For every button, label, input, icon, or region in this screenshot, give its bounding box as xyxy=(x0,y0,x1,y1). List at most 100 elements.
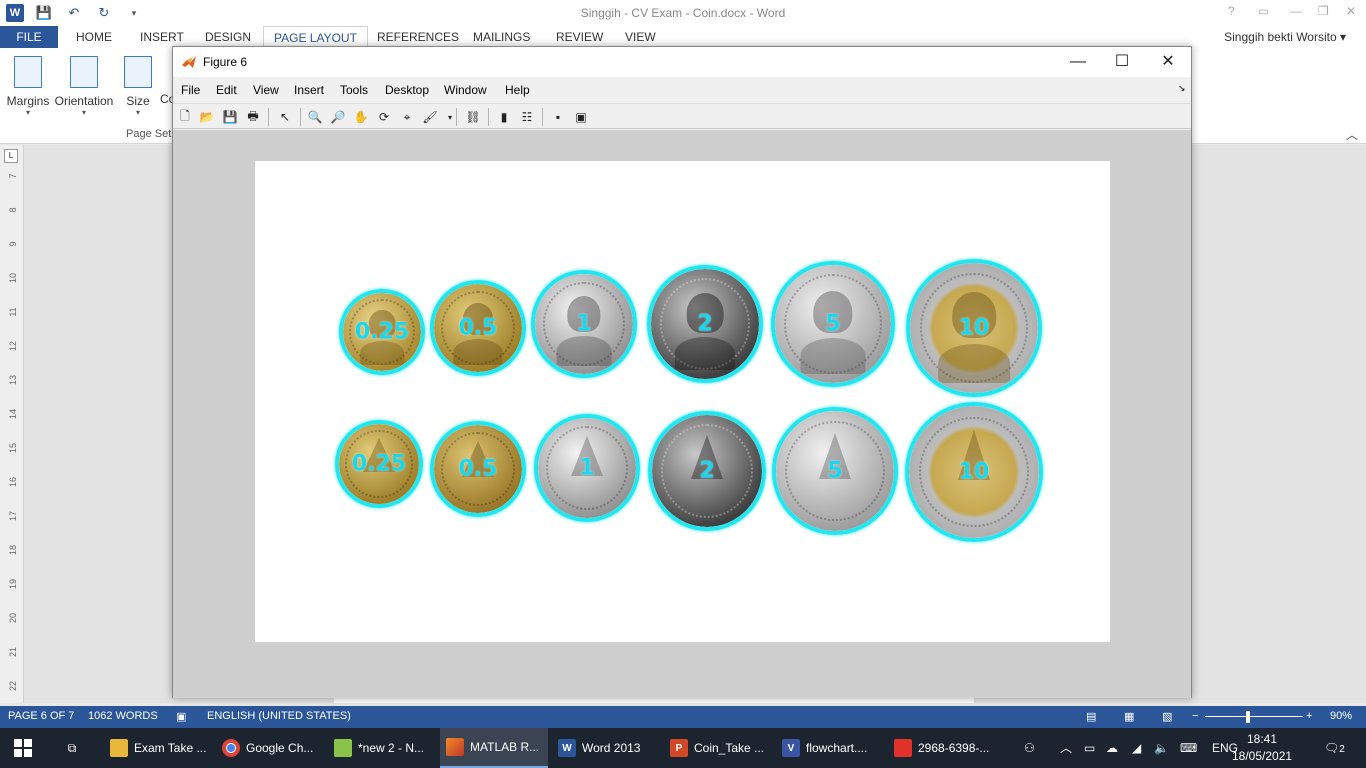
toolbar-separator xyxy=(268,108,269,126)
people-icon[interactable]: ⚇ xyxy=(1024,728,1035,768)
network-icon[interactable]: ◢ xyxy=(1132,728,1141,768)
visio-icon: V xyxy=(782,739,800,757)
web-layout-icon[interactable]: ▧ xyxy=(1162,710,1172,723)
read-mode-icon[interactable]: ▤ xyxy=(1086,710,1096,723)
taskbar-app-pdf[interactable]: 2968-6398-... xyxy=(888,728,998,768)
open-file-icon[interactable]: 📂 xyxy=(198,108,216,126)
word-status-bar: PAGE 6 OF 7 1062 WORDS ▣ ENGLISH (UNITED… xyxy=(0,706,1366,728)
onedrive-icon[interactable]: ☁ xyxy=(1106,728,1118,768)
coin-5-tails: 5 xyxy=(772,407,898,535)
orientation-button[interactable]: Orientation ▾ xyxy=(54,56,114,117)
zoom-slider-thumb[interactable] xyxy=(1246,711,1250,723)
taskbar-app-powerpoint[interactable]: P Coin_Take ... xyxy=(664,728,774,768)
ribbon-display-icon[interactable]: ▭ xyxy=(1258,4,1269,18)
taskbar-app-chrome[interactable]: Google Ch... xyxy=(216,728,326,768)
toolbar-separator xyxy=(456,108,457,126)
zoom-in-icon[interactable]: 🔍 xyxy=(306,108,324,126)
edit-plot-icon[interactable]: ↖ xyxy=(276,108,294,126)
coin-value-label: 2 xyxy=(697,311,713,337)
zoom-out-icon[interactable]: − xyxy=(1192,710,1198,722)
word-count[interactable]: 1062 WORDS xyxy=(88,710,158,722)
print-layout-icon[interactable]: ▦ xyxy=(1124,710,1134,723)
show-plot-tools-icon[interactable]: ▣ xyxy=(572,108,590,126)
tab-file[interactable]: FILE xyxy=(0,26,58,48)
coin-1-tails: 1 xyxy=(534,414,640,522)
coin-value-label: 2 xyxy=(699,458,715,484)
page-count[interactable]: PAGE 6 OF 7 xyxy=(8,710,74,722)
windows-start-icon[interactable] xyxy=(14,739,32,757)
zoom-in-icon[interactable]: + xyxy=(1306,710,1312,722)
menu-desktop[interactable]: Desktop xyxy=(385,83,429,97)
proofing-icon[interactable]: ▣ xyxy=(176,710,186,723)
rotate-3d-icon[interactable]: ⟳ xyxy=(375,108,393,126)
taskbar-app-matlab[interactable]: MATLAB R... xyxy=(440,728,548,768)
tab-review[interactable]: REVIEW xyxy=(556,26,603,48)
ruler-number: 10 xyxy=(8,273,18,284)
taskbar-app-visio[interactable]: V flowchart.... xyxy=(776,728,886,768)
collapse-ribbon-icon[interactable]: ︿ xyxy=(1346,126,1358,143)
word-title-bar: W 💾 ↶ ↻ ▾ Singgih - CV Exam - Coin.docx … xyxy=(0,0,1366,26)
tab-references[interactable]: REFERENCES xyxy=(377,26,459,48)
menu-insert[interactable]: Insert xyxy=(294,83,324,97)
ruler-number: 18 xyxy=(8,545,18,556)
user-account[interactable]: Singgih bekti Worsito ▾ xyxy=(1224,26,1346,48)
system-clock[interactable]: 18:41 18/05/2021 xyxy=(1232,731,1292,765)
pan-hand-icon[interactable]: ✋ xyxy=(352,108,370,126)
coin-value-label: 0.5 xyxy=(458,456,498,482)
tab-mailings[interactable]: MAILINGS xyxy=(473,26,530,48)
taskbar-app-word[interactable]: W Word 2013 xyxy=(552,728,662,768)
margins-button[interactable]: Margins ▾ xyxy=(6,56,50,117)
figure-title-bar[interactable]: Figure 6 — ☐ ✕ xyxy=(173,47,1191,77)
menu-help[interactable]: Help xyxy=(505,83,530,97)
image-axes[interactable]: 0.25 0.5 1 2 5 10 0.25 0.5 1 2 5 10 xyxy=(255,161,1110,642)
ruler-number: 21 xyxy=(8,647,18,658)
menu-tools[interactable]: Tools xyxy=(340,83,368,97)
zoom-level[interactable]: 90% xyxy=(1330,710,1352,722)
figure-minimize-icon[interactable]: — xyxy=(1055,51,1101,73)
tab-design[interactable]: DESIGN xyxy=(205,26,251,48)
save-figure-icon[interactable]: 💾 xyxy=(221,108,239,126)
tab-selector-icon[interactable]: L xyxy=(4,149,18,163)
taskbar-app-notepad[interactable]: *new 2 - N... xyxy=(328,728,438,768)
link-plot-icon[interactable]: ⛓ xyxy=(464,108,482,126)
size-button[interactable]: Size ▾ xyxy=(124,56,152,117)
orientation-label: Orientation xyxy=(54,94,114,108)
language-indicator[interactable]: ENGLISH (UNITED STATES) xyxy=(207,710,351,722)
dock-figure-icon[interactable]: ↘ xyxy=(1178,83,1186,94)
show-hidden-icons-icon[interactable]: ︿ xyxy=(1060,728,1072,768)
figure-maximize-icon[interactable]: ☐ xyxy=(1099,51,1145,73)
menu-edit[interactable]: Edit xyxy=(216,83,237,97)
pdf-reader-icon xyxy=(894,739,912,757)
task-view-icon[interactable]: ⧉ xyxy=(60,728,84,768)
word-minimize-icon[interactable]: — xyxy=(1290,4,1302,18)
taskbar-app-explorer[interactable]: Exam Take ... xyxy=(104,728,214,768)
print-figure-icon[interactable]: 🖶 xyxy=(244,108,262,126)
insert-colorbar-icon[interactable]: ▮ xyxy=(495,108,513,126)
brush-icon[interactable]: 🖌 xyxy=(421,108,439,126)
new-figure-icon[interactable]: 🗋 xyxy=(176,108,194,126)
size-label: Size xyxy=(126,94,150,108)
coin-value-label: 1 xyxy=(576,311,592,337)
data-cursor-icon[interactable]: ⌖ xyxy=(398,108,416,126)
menu-file[interactable]: File xyxy=(181,83,200,97)
battery-icon[interactable]: ▭ xyxy=(1084,728,1095,768)
figure-close-icon[interactable]: ✕ xyxy=(1145,51,1191,73)
insert-legend-icon[interactable]: ☷ xyxy=(518,108,536,126)
hide-plot-tools-icon[interactable]: ▪ xyxy=(549,108,567,126)
notification-count: 2 xyxy=(1339,744,1345,755)
zoom-slider[interactable] xyxy=(1205,716,1303,717)
menu-window[interactable]: Window xyxy=(444,83,487,97)
menu-view[interactable]: View xyxy=(253,83,279,97)
notifications-icon[interactable]: 🗨2 xyxy=(1324,728,1345,768)
help-icon[interactable]: ? xyxy=(1228,4,1235,18)
coin-2-heads: 2 xyxy=(647,265,763,383)
keyboard-icon[interactable]: ⌨ xyxy=(1180,728,1197,768)
tab-page-layout[interactable]: PAGE LAYOUT xyxy=(263,26,368,48)
word-restore-icon[interactable]: ❐ xyxy=(1318,4,1329,18)
tab-home[interactable]: HOME xyxy=(76,26,112,48)
tab-insert[interactable]: INSERT xyxy=(140,26,184,48)
tab-view[interactable]: VIEW xyxy=(625,26,656,48)
volume-icon[interactable]: 🔈 xyxy=(1154,728,1169,768)
zoom-out-icon[interactable]: 🔎 xyxy=(329,108,347,126)
word-close-icon[interactable]: ✕ xyxy=(1346,4,1356,18)
